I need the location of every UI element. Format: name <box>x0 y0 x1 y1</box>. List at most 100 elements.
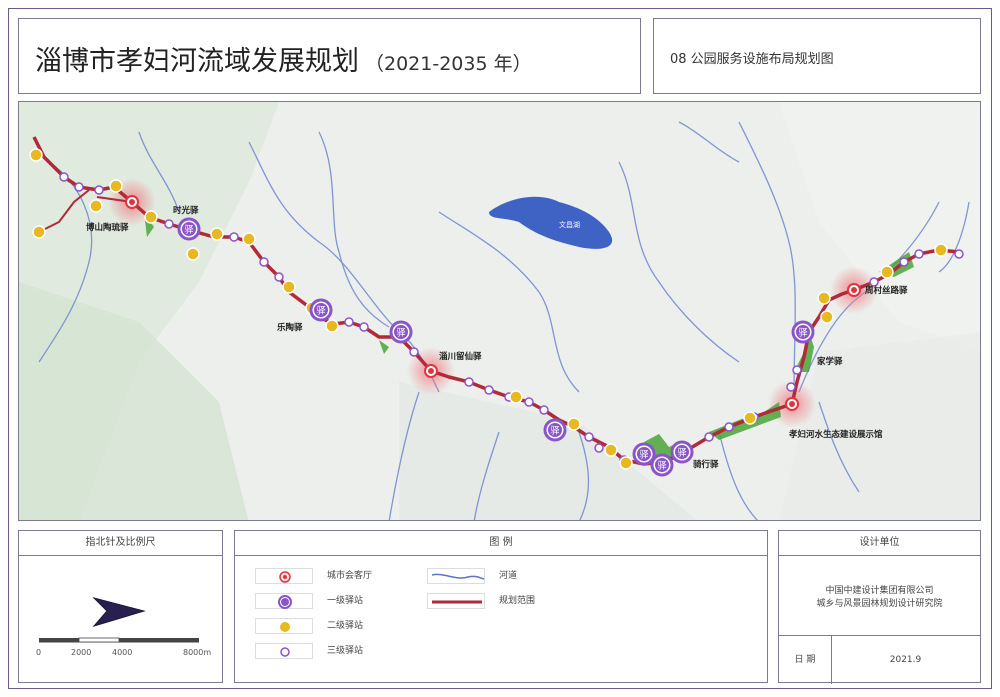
level3-station <box>59 172 69 182</box>
level3-station <box>409 347 419 357</box>
level3-station <box>539 405 549 415</box>
level3-station <box>274 272 284 282</box>
label-zichuan: 淄川留仙驿 <box>439 351 482 362</box>
north-arrow-icon <box>39 597 199 643</box>
city-parlor-zichuan <box>424 364 438 378</box>
level2-station <box>934 243 948 257</box>
svg-text:驿: 驿 <box>639 450 648 461</box>
level2-station <box>186 247 200 261</box>
level3-station <box>229 232 239 242</box>
level1-station-icon <box>255 593 313 609</box>
level2-station <box>817 291 831 305</box>
city-parlor-museum <box>785 397 799 411</box>
legend-label: 城市会客厅 <box>327 571 373 581</box>
level3-station <box>164 219 174 229</box>
level2-station <box>880 265 894 279</box>
legend-label: 一级驿站 <box>327 596 364 606</box>
scale-label-8000: 8000m <box>183 648 212 657</box>
level3-station <box>94 185 104 195</box>
city-parlor-zhoucun <box>847 283 861 297</box>
level2-station <box>32 225 46 239</box>
label-zhoucun: 周村丝路驿 <box>865 285 908 296</box>
label-qixing: 骑行驿 <box>693 459 719 470</box>
title-years: （2021-2035 年） <box>365 53 532 75</box>
level2-station-icon <box>255 618 313 634</box>
level3-station <box>704 432 714 442</box>
map-subtitle: 08 公园服务设施布局规划图 <box>670 52 834 67</box>
subtitle-panel: 08 公园服务设施布局规划图 <box>653 18 981 94</box>
design-unit-heading: 设计单位 <box>779 531 980 556</box>
design-org-line2: 城乡与风景园林规划设计研究院 <box>816 599 943 609</box>
compass-panel-heading: 指北针及比例尺 <box>19 531 222 556</box>
level3-station <box>464 377 474 387</box>
legend-label: 二级驿站 <box>327 621 364 631</box>
level2-station <box>567 417 581 431</box>
level3-station <box>899 257 909 267</box>
level3-station <box>344 317 354 327</box>
level3-station <box>74 182 84 192</box>
city-parlor-boshan <box>125 195 139 209</box>
level3-station <box>524 397 534 407</box>
level2-station <box>743 411 757 425</box>
svg-text:驿: 驿 <box>657 461 666 472</box>
scale-label-4000: 4000 <box>112 648 133 657</box>
level1-station-d: 驿 <box>650 453 674 477</box>
label-jiaxue: 家学驿 <box>817 356 843 367</box>
legend-label: 河道 <box>499 571 518 581</box>
level3-station <box>359 322 369 332</box>
level2-station <box>89 199 103 213</box>
title-panel: 淄博市孝妇河流域发展规划 （2021-2035 年） <box>18 18 641 94</box>
scale-label-2000: 2000 <box>71 648 92 657</box>
level3-station <box>792 365 802 375</box>
river-line-icon <box>427 568 485 584</box>
design-org: 中国中建设计集团有限公司 城乡与风景园林规划设计研究院 <box>779 585 980 611</box>
legend-label: 三级驿站 <box>327 646 364 656</box>
date-label: 日 期 <box>779 636 832 684</box>
level3-station <box>484 385 494 395</box>
legend-label: 规划范围 <box>499 596 536 606</box>
legend-panel: 图 例 城市会客厅 一级驿站 二级驿站 三级驿站 河道 规划范围 <box>234 530 768 683</box>
svg-text:驿: 驿 <box>550 426 559 437</box>
scale-label-0: 0 <box>36 648 42 657</box>
scale-bar-segment <box>78 637 120 643</box>
level3-station <box>786 382 796 392</box>
lake-label: 文昌湖 <box>559 220 580 229</box>
label-shiguang: 时光驿 <box>173 205 199 216</box>
planning-boundary-icon <box>427 593 485 609</box>
page-title: 淄博市孝妇河流域发展规划 （2021-2035 年） <box>35 39 532 78</box>
map-panel[interactable]: 文昌湖 驿 驿 驿 驿 驿 驿 驿 驿 博山陶琉驿 时光驿 乐陶驿 淄川留仙驿 … <box>18 101 981 521</box>
legend-heading: 图 例 <box>235 531 767 556</box>
level2-station <box>242 232 256 246</box>
level2-station <box>619 456 633 470</box>
level1-station-jiaxue: 驿 <box>791 320 815 344</box>
level2-station <box>509 390 523 404</box>
level1-station-shiguang: 驿 <box>177 217 201 241</box>
scale-bar-segment <box>39 638 79 642</box>
level2-station <box>282 280 296 294</box>
level2-station <box>109 179 123 193</box>
date-value: 2021.9 <box>889 655 922 665</box>
level3-station <box>914 249 924 259</box>
label-boshan: 博山陶琉驿 <box>86 222 129 233</box>
level3-station-icon <box>255 643 313 659</box>
map-canvas[interactable]: 文昌湖 驿 驿 驿 驿 驿 驿 驿 驿 博山陶琉驿 时光驿 乐陶驿 淄川留仙驿 … <box>19 102 981 521</box>
level2-station <box>29 148 43 162</box>
level1-station-c: 驿 <box>632 442 656 466</box>
city-parlor-icon <box>255 568 313 584</box>
level3-station <box>584 432 594 442</box>
level1-station-qixing: 驿 <box>670 440 694 464</box>
north-arrow-icon <box>92 597 146 627</box>
level3-station <box>594 443 604 453</box>
svg-text:驿: 驿 <box>677 448 686 459</box>
level1-station-b: 驿 <box>543 418 567 442</box>
design-org-line1: 中国中建设计集团有限公司 <box>825 586 934 596</box>
level3-station <box>259 257 269 267</box>
design-unit-panel: 设计单位 中国中建设计集团有限公司 城乡与风景园林规划设计研究院 日 期 202… <box>778 530 981 684</box>
level1-station-letao: 驿 <box>309 298 333 322</box>
svg-text:驿: 驿 <box>798 328 807 339</box>
level3-station <box>954 249 964 259</box>
level2-station <box>210 227 224 241</box>
label-letao: 乐陶驿 <box>277 322 303 333</box>
scale-bar-segment <box>119 638 199 642</box>
level1-station-a: 驿 <box>389 320 413 344</box>
